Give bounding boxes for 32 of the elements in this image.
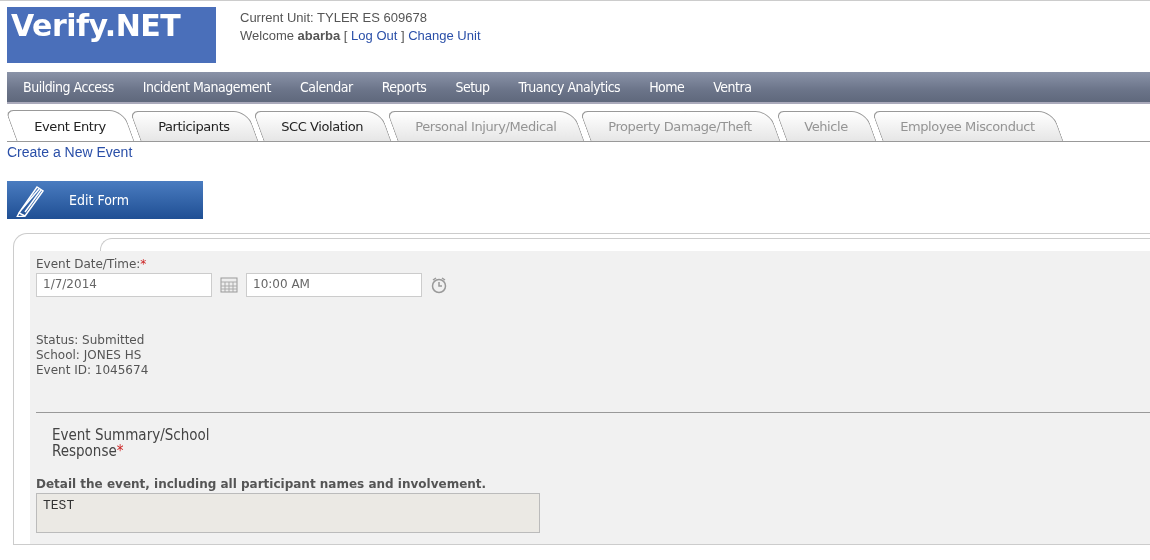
tab[interactable]: Event Entry [7,110,135,141]
bracket: [ [343,28,348,43]
date-field[interactable]: 1/7/2014 [36,273,212,297]
section-title: Event Summary/School Response* [52,427,211,459]
nav-menu-item[interactable]: Home [649,79,685,95]
info-line: School: JONES HS [36,348,143,363]
edit-form-button[interactable]: Edit Form [7,181,203,219]
time-field[interactable]: 10:00 AM [246,273,422,297]
logo: Verify.NET [7,7,216,63]
field-prompt: Detail the event, including all participant names and involvement. [36,477,488,491]
nav-menu-item[interactable]: Truancy Analytics [518,79,621,95]
pencil-icon [15,183,45,217]
detail-textarea[interactable]: TEST [36,493,540,533]
nav-menu-item[interactable]: Incident Management [142,79,271,95]
current-unit: Current Unit: TYLER ES 609678 [240,9,428,27]
nav-menu-item[interactable]: Building Access [23,79,114,95]
welcome-text: Welcome abarba [240,28,341,43]
nav-menu-item[interactable]: Setup [455,79,490,95]
bracket: ] [400,28,405,43]
create-event-link[interactable]: Create a New Event [7,144,133,160]
info-line: Status: Submitted [36,333,146,348]
change-unit-link[interactable]: Change Unit [408,28,481,43]
tab[interactable]: Participants [129,111,258,141]
field-label: Event Date/Time:* [36,257,148,271]
info-line: Event ID: 1045674 [36,363,150,378]
calendar-icon[interactable] [220,277,238,293]
nav-menu-item[interactable]: Ventra [713,79,752,95]
nav-menu-item[interactable]: Reports [381,79,427,95]
logout-link[interactable]: Log Out [351,28,398,43]
clock-icon[interactable] [430,276,448,294]
tab[interactable]: SCC Violation [252,111,392,141]
nav-menu-item[interactable]: Calendar [300,79,353,95]
